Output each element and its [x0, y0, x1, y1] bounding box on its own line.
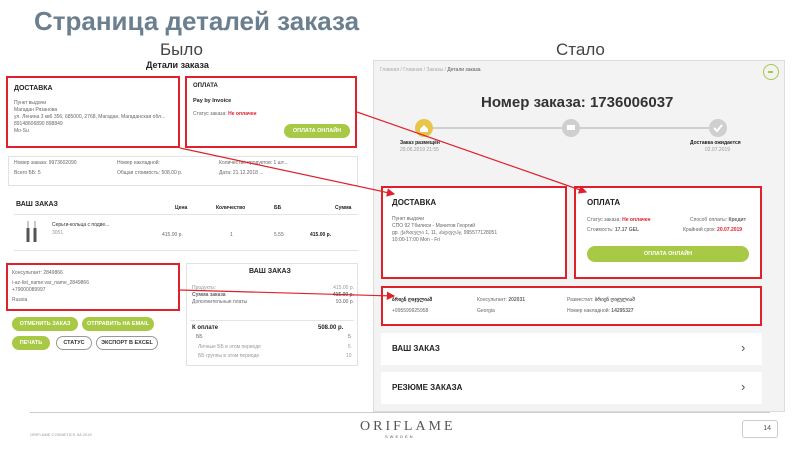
footer-copyright: ORIFLAME COSMETICS SA 2019	[30, 432, 92, 437]
arrow-consultant	[179, 289, 396, 300]
arrow-payment	[356, 111, 588, 194]
page-number: 14	[742, 420, 778, 438]
arrows-overlay	[179, 111, 588, 300]
arrow-delivery	[179, 147, 396, 197]
oriflame-logo: ORIFLAME	[360, 419, 456, 434]
footer-divider	[30, 412, 770, 413]
oriflame-logo-sub: SWEDEN	[385, 434, 415, 439]
